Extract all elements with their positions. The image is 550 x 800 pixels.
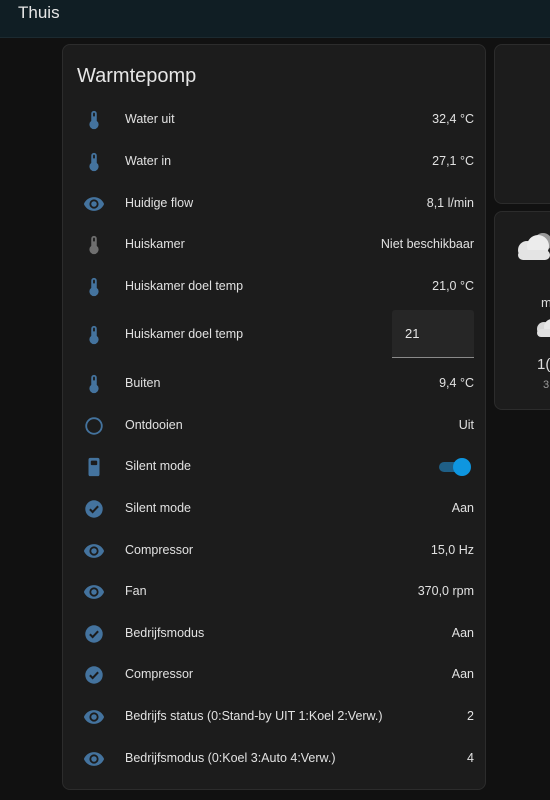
remote-icon	[83, 456, 105, 478]
card-title: Warmtepomp	[77, 65, 197, 87]
warmtepomp-card: Warmtepomp Water uit 32,4 °C Water in 27…	[62, 44, 486, 790]
weather-small-fragment: 3	[543, 379, 550, 391]
eye-icon	[83, 193, 105, 215]
entity-value: 9,4 °C	[439, 376, 474, 390]
entity-value: Aan	[451, 626, 474, 640]
entity-label: Bedrijfsmodus	[125, 626, 205, 640]
weather-value-fragment: 1(	[537, 356, 550, 373]
thermometer-icon	[83, 373, 105, 395]
entity-label: Compressor	[125, 667, 194, 681]
eye-icon	[83, 540, 105, 562]
entity-row-bedrijfsmodus[interactable]: Bedrijfsmodus Aan	[63, 617, 487, 651]
eye-icon	[83, 748, 105, 770]
cloud-small-icon	[533, 318, 550, 345]
weather-card[interactable]: m 1( 3	[494, 211, 550, 410]
entity-label: Huidige flow	[125, 196, 194, 210]
entity-label: Water in	[125, 154, 172, 168]
number-input-value: 21	[405, 326, 420, 341]
silent-mode-toggle[interactable]	[437, 458, 471, 476]
entity-label: Fan	[125, 584, 147, 598]
entity-row-silent-mode[interactable]: Silent mode Aan	[63, 492, 487, 526]
entity-row-compressor-freq[interactable]: Compressor 15,0 Hz	[63, 534, 487, 568]
thermometer-icon	[83, 324, 105, 346]
entity-value: 15,0 Hz	[430, 543, 474, 557]
entity-value: 32,4 °C	[432, 112, 474, 126]
cloud-icon	[513, 230, 550, 271]
entity-row-huiskamer-doel-temp[interactable]: Huiskamer doel temp 21,0 °C	[63, 270, 487, 304]
weather-label-fragment: m	[541, 295, 550, 310]
entity-label: Silent mode	[125, 501, 192, 515]
entity-label: Water uit	[125, 112, 175, 126]
check-circle-icon	[83, 664, 105, 686]
thermometer-icon	[83, 151, 105, 173]
thermometer-icon	[83, 234, 105, 256]
entity-row-bedrijfsmodus-mode[interactable]: Bedrijfsmodus (0:Koel 3:Auto 4:Verw.) 4	[63, 742, 487, 776]
entity-label: Huiskamer	[125, 237, 185, 251]
entity-value: 370,0 rpm	[417, 584, 474, 598]
entity-row-compressor[interactable]: Compressor Aan	[63, 658, 487, 692]
entity-row-ontdooien[interactable]: Ontdooien Uit	[63, 409, 487, 443]
entity-value: 4	[467, 751, 474, 765]
entity-label: Huiskamer doel temp	[125, 327, 244, 341]
entity-label: Buiten	[125, 376, 161, 390]
entity-value: 8,1 l/min	[426, 196, 474, 210]
entity-label: Compressor	[125, 543, 194, 557]
entity-label: Huiskamer doel temp	[125, 279, 244, 293]
entity-value: Uit	[458, 418, 474, 432]
entity-row-water-uit[interactable]: Water uit 32,4 °C	[63, 103, 487, 137]
circle-outline-icon	[83, 415, 105, 437]
entity-value: 21,0 °C	[432, 279, 474, 293]
entity-label: Bedrijfs status (0:Stand-by UIT 1:Koel 2…	[125, 709, 383, 723]
eye-icon	[83, 706, 105, 728]
entity-label: Bedrijfsmodus (0:Koel 3:Auto 4:Verw.)	[125, 751, 336, 765]
entity-row-huidige-flow[interactable]: Huidige flow 8,1 l/min	[63, 187, 487, 221]
side-card-top[interactable]	[494, 44, 550, 204]
entity-value: 27,1 °C	[432, 154, 474, 168]
thermometer-icon	[83, 276, 105, 298]
check-circle-icon	[83, 623, 105, 645]
top-bar: Thuis	[0, 0, 550, 38]
entity-row-buiten[interactable]: Buiten 9,4 °C	[63, 367, 487, 401]
entity-row-water-in[interactable]: Water in 27,1 °C	[63, 145, 487, 179]
entity-label: Ontdooien	[125, 418, 183, 432]
entity-row-huiskamer[interactable]: Huiskamer Niet beschikbaar	[63, 228, 487, 262]
entity-value: Niet beschikbaar	[380, 237, 474, 251]
entity-row-bedrijfs-status[interactable]: Bedrijfs status (0:Stand-by UIT 1:Koel 2…	[63, 700, 487, 734]
entity-value: Aan	[451, 667, 474, 681]
entity-row-huiskamer-doel-temp-input: Huiskamer doel temp 21	[63, 310, 487, 358]
thermometer-icon	[83, 109, 105, 131]
toggle-knob	[453, 458, 471, 476]
doel-temp-number-input[interactable]: 21	[392, 310, 474, 358]
entity-row-silent-mode-switch: Silent mode	[63, 450, 487, 484]
entity-row-fan[interactable]: Fan 370,0 rpm	[63, 575, 487, 609]
entity-value: 2	[467, 709, 474, 723]
app-title: Thuis	[18, 3, 60, 22]
entity-value: Aan	[451, 501, 474, 515]
entity-label: Silent mode	[125, 459, 192, 473]
check-circle-icon	[83, 498, 105, 520]
eye-icon	[83, 581, 105, 603]
